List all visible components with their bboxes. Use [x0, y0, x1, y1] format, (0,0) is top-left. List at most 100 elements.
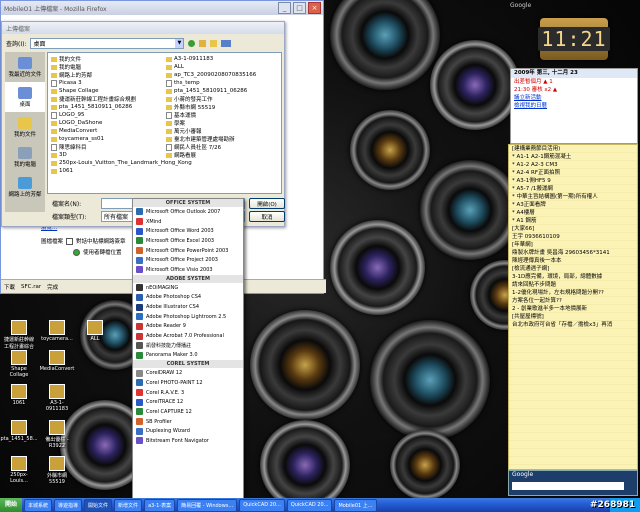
file-item[interactable]: 1061	[51, 167, 161, 175]
taskbar-button[interactable]: 開始文件	[84, 498, 113, 512]
taskbar-button[interactable]: 導遊指導	[54, 498, 83, 512]
file-item[interactable]: 小蔣的發亮工作	[166, 95, 278, 103]
sticky-note[interactable]: [建構業務節目活用) * A1-1 A2-1鋼筋混凝土 * A1-2 A2-3 CM…	[508, 144, 638, 470]
file-item[interactable]: Shape Collage	[51, 87, 161, 95]
new-event-link[interactable]: 議立新活動	[511, 94, 637, 102]
folder-icon	[11, 384, 27, 399]
desktop-icon-item[interactable]: toycamera...	[40, 320, 74, 342]
view-menu-icon[interactable]	[221, 40, 232, 47]
menu-item[interactable]: CorelTRACE 12	[133, 397, 243, 407]
file-item[interactable]: 網民人員社區 7/26	[166, 143, 278, 151]
taskbar-button[interactable]: 新增文件	[114, 498, 143, 512]
option-radio[interactable]	[73, 248, 80, 256]
desktop-icon-item[interactable]: 外縣市網 55519	[40, 456, 74, 485]
menu-item[interactable]: SB Profiler	[133, 417, 243, 427]
file-item[interactable]: 我的文件	[51, 55, 161, 63]
taskbar-button[interactable]: QuickCAD 20...	[239, 498, 285, 512]
menu-item[interactable]: Panorama Maker 3.0	[133, 351, 243, 361]
menu-item[interactable]: Microsoft Office Project 2003	[133, 255, 243, 265]
view-calendar-link[interactable]: 檢視我的日曆	[511, 102, 637, 110]
file-item[interactable]: Picasa 3	[51, 79, 161, 87]
file-item[interactable]: 網路看展	[166, 151, 278, 159]
file-item[interactable]: 捷運新莊幹線工程計畫綜合規劃	[51, 95, 161, 103]
file-item[interactable]: toycamera_ss01	[51, 135, 161, 143]
menu-item[interactable]: Adobe Illustrator CS4	[133, 302, 243, 312]
taskbar-button[interactable]: 簡易回覆 - Windows...	[177, 498, 238, 512]
download-file[interactable]: SFC.rar	[21, 284, 41, 290]
menu-item[interactable]: Microsoft Office Word 2003	[133, 226, 243, 236]
menu-item[interactable]: XMind	[133, 217, 243, 227]
file-item[interactable]: 網路上的芳鄰	[51, 71, 161, 79]
desktop-icon-item[interactable]: MediaConvert	[40, 350, 74, 372]
menu-item[interactable]: Adobe Photoshop Lightroom 2.5	[133, 312, 243, 322]
menu-item[interactable]: Microsoft Office Visio 2003	[133, 265, 243, 275]
taskbar-button[interactable]: 本城系統	[24, 498, 53, 512]
menu-item[interactable]: Corel CAPTURE 12	[133, 407, 243, 417]
file-item[interactable]: ALL	[166, 63, 278, 71]
place-desktop[interactable]: 桌面	[5, 82, 45, 112]
calendar-event[interactable]: 21:30 審核 x2 ▲	[511, 86, 637, 94]
menu-item[interactable]: nEOiMAGING	[133, 283, 243, 293]
menu-item[interactable]: 凱發科技能力傳播註	[133, 341, 243, 351]
file-item[interactable]: 3D	[51, 151, 161, 159]
close-button[interactable]: ×	[308, 2, 321, 14]
google-search-input[interactable]	[512, 482, 624, 490]
desktop-icon-item[interactable]: ALL	[78, 320, 112, 342]
menu-item[interactable]: Adobe Photoshop CS4	[133, 293, 243, 303]
file-item[interactable]: 陳思緯科目	[51, 143, 161, 151]
file-item[interactable]: 外縣市網 55519	[166, 103, 278, 111]
menu-item[interactable]: Duplexing Wizard	[133, 426, 243, 436]
download-label[interactable]: 下載	[4, 283, 15, 291]
menu-item[interactable]: CorelDRAW 12	[133, 368, 243, 378]
file-item[interactable]: ap_TC3_20090208070835166	[166, 71, 278, 79]
menu-item[interactable]: Adobe Acrobat 7.0 Professional	[133, 331, 243, 341]
file-item[interactable]: 250px-Louis_Vuitton_The_Landmark_Hong_Ko…	[51, 159, 192, 167]
window-titlebar[interactable]: MobileO1 上傳檔案 - Mozilla Firefox _ □ ×	[1, 1, 323, 15]
desktop-icon-item[interactable]: A3-1-0911183	[40, 384, 74, 412]
taskbar-button[interactable]: Mobile01 上...	[334, 498, 377, 512]
taskbar-button[interactable]: a3-1-表案	[144, 498, 176, 512]
desktop-icon-item[interactable]: Shape Collage	[2, 350, 36, 378]
file-list[interactable]: 我的文件 我的電腦 網路上的芳鄰 Picasa 3 Shape Collage 捷運新莊幹…	[47, 52, 282, 194]
file-item[interactable]: pta_1451_5810911_06286	[166, 87, 278, 95]
file-item[interactable]: ths_temp	[166, 79, 278, 87]
start-button[interactable]: 開始	[0, 498, 22, 512]
place-computer[interactable]: 我的電腦	[5, 142, 45, 172]
new-folder-icon[interactable]	[210, 40, 218, 47]
place-label: 我的電腦	[13, 161, 36, 168]
option-checkbox[interactable]	[66, 237, 74, 245]
file-item[interactable]: 臺北市建築管理處場勘辦	[166, 135, 278, 143]
file-item[interactable]: 萬元小審報	[166, 127, 278, 135]
file-item[interactable]: MediaConvert	[51, 127, 161, 135]
cancel-button[interactable]: 取消	[249, 211, 285, 222]
menu-item[interactable]: Corel PHOTO-PAINT 12	[133, 378, 243, 388]
back-icon[interactable]	[188, 40, 196, 47]
place-documents[interactable]: 我的文件	[5, 112, 45, 142]
file-item[interactable]: LOGO_DaShone	[51, 119, 161, 127]
minimize-button[interactable]: _	[278, 2, 291, 14]
desktop-icon-item[interactable]: 備出優標 -R3922	[40, 420, 74, 449]
place-recent[interactable]: 我最近的文件	[5, 52, 45, 82]
menu-item[interactable]: Microsoft Office Outlook 2007	[133, 207, 243, 217]
file-item[interactable]: pta_1451_5810911_06286	[51, 103, 161, 111]
menu-item[interactable]: Corel R.A.V.E. 3	[133, 388, 243, 398]
file-item[interactable]: LOGO_95	[51, 111, 161, 119]
menu-item[interactable]: Microsoft Office PowerPoint 2003	[133, 246, 243, 256]
place-network[interactable]: 網路上的芳鄰	[5, 172, 45, 202]
desktop-icon-item[interactable]: pta_1451_58...	[0, 420, 38, 442]
up-folder-icon[interactable]	[199, 40, 207, 47]
file-item[interactable]: 基本運價	[166, 111, 278, 119]
file-item[interactable]: 我的電腦	[51, 63, 161, 71]
desktop-icon-item[interactable]: 1061	[2, 384, 36, 406]
file-item[interactable]: 學案	[166, 119, 278, 127]
open-button[interactable]: 開啟(O)	[249, 198, 285, 209]
menu-item[interactable]: Microsoft Office Excel 2003	[133, 236, 243, 246]
taskbar-button[interactable]: QuickCAD 20...	[286, 498, 333, 512]
desktop-icon-item[interactable]: 250px-Louis...	[2, 456, 36, 484]
maximize-button[interactable]: □	[293, 2, 306, 14]
menu-item[interactable]: Adobe Reader 9	[133, 322, 243, 332]
file-item[interactable]: A3-1-0911183	[166, 55, 278, 63]
calendar-event[interactable]: 出差暫個月 ▲ 1	[511, 78, 637, 86]
lookin-dropdown[interactable]: 桌面 ▼	[30, 38, 185, 49]
menu-item[interactable]: Bitstream Font Navigator	[133, 436, 243, 446]
